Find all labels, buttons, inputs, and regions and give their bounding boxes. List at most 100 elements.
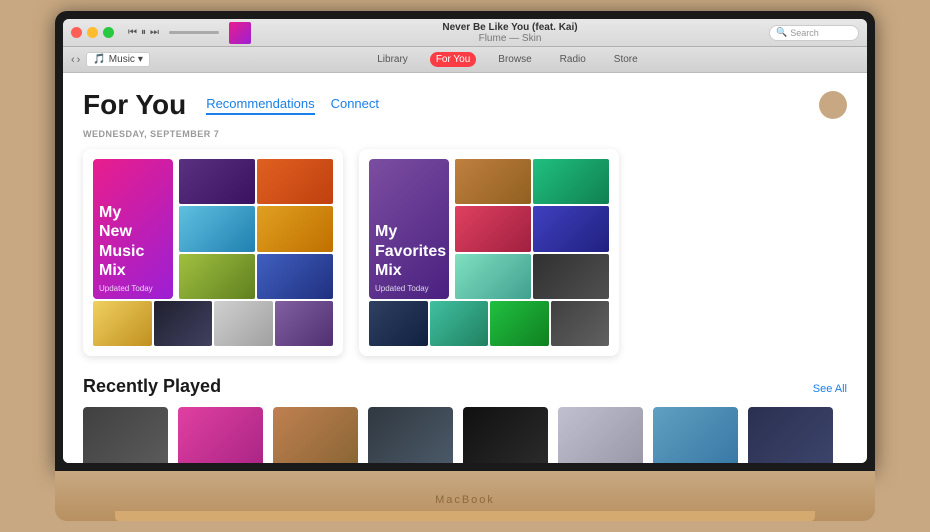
- macbook-label: MacBook: [435, 494, 495, 506]
- fav-art-6: [533, 254, 609, 299]
- fast-forward-button[interactable]: ⏭: [150, 27, 159, 38]
- mix-art-b2: [154, 301, 213, 346]
- nav-arrows: ‹ ›: [71, 54, 80, 66]
- favorites-bottom-row: [369, 301, 609, 346]
- album-item-6[interactable]: New Kingdom GIVERS: [653, 407, 738, 463]
- window-controls: [71, 27, 114, 38]
- chevron-down-icon: ▾: [138, 54, 143, 65]
- fav-art-2: [533, 159, 609, 204]
- album-item-7[interactable]: Thick as Thieves The Temper Trap: [748, 407, 833, 463]
- album-cover-5: [558, 407, 643, 463]
- see-all-button[interactable]: See All: [813, 383, 847, 395]
- tab-store[interactable]: Store: [608, 52, 644, 67]
- mix-art-5: [179, 254, 255, 299]
- music-icon: 🎵: [93, 54, 105, 65]
- sub-tab-connect[interactable]: Connect: [331, 96, 379, 115]
- fav-art-1: [455, 159, 531, 204]
- current-track-art: [229, 22, 251, 44]
- avatar[interactable]: [819, 91, 847, 119]
- album-item-5[interactable]: Nothing's Real Shura: [558, 407, 643, 463]
- mix-art-6: [257, 254, 333, 299]
- favorites-mix-header: MyFavoritesMix Updated Today: [369, 159, 609, 299]
- album-cover-1: [178, 407, 263, 463]
- volume-slider[interactable]: [169, 31, 219, 34]
- new-music-mix-header: MyNew MusicMix Updated Today: [93, 159, 333, 299]
- recently-played-title: Recently Played: [83, 376, 221, 397]
- rewind-button[interactable]: ⏮: [128, 27, 137, 38]
- mix-art-b3: [214, 301, 273, 346]
- track-title: Never Be Like You (feat. Kai): [257, 22, 763, 33]
- fav-art-5: [455, 254, 531, 299]
- date-label: WEDNESDAY, SEPTEMBER 7: [83, 129, 847, 139]
- titlebar-track-info: Never Be Like You (feat. Kai) Flume — Sk…: [257, 22, 763, 44]
- tab-for-you[interactable]: For You: [430, 52, 476, 67]
- recently-played-header: Recently Played See All: [83, 376, 847, 397]
- tab-radio[interactable]: Radio: [554, 52, 592, 67]
- page-title: For You: [83, 89, 186, 121]
- fullscreen-button[interactable]: [103, 27, 114, 38]
- search-icon: 🔍: [776, 27, 787, 38]
- album-item-0[interactable]: Generation De Lux: [83, 407, 168, 463]
- album-cover-6: [653, 407, 738, 463]
- fav-art-b2: [430, 301, 489, 346]
- album-item-1[interactable]: Mirage - EP Else: [178, 407, 263, 463]
- toolbar: ‹ › 🎵 Music ▾ Library For You Browse Rad…: [63, 47, 867, 73]
- fav-art-b1: [369, 301, 428, 346]
- mix-art-b1: [93, 301, 152, 346]
- new-music-mix-title: MyNew MusicMix: [99, 203, 167, 280]
- screen-bezel: ⏮ ⏸ ⏭ Never Be Like You (feat. Kai) Flum…: [55, 11, 875, 471]
- album-cover-3: [368, 407, 453, 463]
- album-cover-7: [748, 407, 833, 463]
- recently-played-row: Generation De Lux Mirage - EP Else Ology…: [83, 407, 847, 463]
- new-music-mix-main-art: MyNew MusicMix Updated Today: [93, 159, 173, 299]
- album-cover-0: [83, 407, 168, 463]
- tab-library[interactable]: Library: [371, 52, 414, 67]
- tab-browse[interactable]: Browse: [492, 52, 537, 67]
- screen-inner: ⏮ ⏸ ⏭ Never Be Like You (feat. Kai) Flum…: [63, 19, 867, 463]
- favorites-mix-card[interactable]: MyFavoritesMix Updated Today: [359, 149, 619, 356]
- forward-button[interactable]: ›: [77, 54, 81, 66]
- fav-art-3: [455, 206, 531, 251]
- close-button[interactable]: [71, 27, 82, 38]
- album-cover-2: [273, 407, 358, 463]
- search-placeholder: Search: [790, 28, 819, 38]
- mix-art-3: [179, 206, 255, 251]
- mix-art-4: [257, 206, 333, 251]
- mix-art-1: [179, 159, 255, 204]
- sub-tab-recommendations[interactable]: Recommendations: [206, 96, 314, 115]
- album-item-3[interactable]: The Soft Bounce Beyond The Wizards Sleev…: [368, 407, 453, 463]
- sub-tabs: Recommendations Connect: [206, 96, 379, 115]
- back-button[interactable]: ‹: [71, 54, 75, 66]
- mix-art-2: [257, 159, 333, 204]
- favorites-updated: Updated Today: [375, 284, 443, 293]
- favorites-mix-main-art: MyFavoritesMix Updated Today: [369, 159, 449, 299]
- favorites-side-grid: [455, 159, 609, 299]
- page-header: For You Recommendations Connect: [83, 89, 847, 121]
- fav-art-b4: [551, 301, 610, 346]
- fav-art-4: [533, 206, 609, 251]
- track-artist: Flume — Skin: [257, 33, 763, 44]
- content-area: For You Recommendations Connect WEDNESDA…: [63, 73, 867, 463]
- macbook-wrapper: ⏮ ⏸ ⏭ Never Be Like You (feat. Kai) Flum…: [55, 11, 875, 521]
- play-pause-button[interactable]: ⏸: [141, 27, 146, 38]
- mix-art-b4: [275, 301, 334, 346]
- favorites-mix-title: MyFavoritesMix: [375, 222, 443, 280]
- search-box[interactable]: 🔍 Search: [769, 25, 859, 41]
- mix-cards-row: MyNew MusicMix Updated Today: [83, 149, 847, 356]
- macbook-chin: [115, 511, 815, 521]
- transport-controls: ⏮ ⏸ ⏭: [128, 27, 159, 38]
- breadcrumb[interactable]: 🎵 Music ▾: [86, 52, 150, 67]
- album-item-4[interactable]: Ride into the Unknown Bedouin: [463, 407, 548, 463]
- album-cover-4: [463, 407, 548, 463]
- fav-art-b3: [490, 301, 549, 346]
- album-item-2[interactable]: Ology Gallant: [273, 407, 358, 463]
- macbook-bottom-bar: MacBook: [55, 471, 875, 521]
- new-music-updated: Updated Today: [99, 284, 167, 293]
- nav-tabs: Library For You Browse Radio Store: [156, 52, 859, 67]
- new-music-bottom-row: [93, 301, 333, 346]
- minimize-button[interactable]: [87, 27, 98, 38]
- new-music-mix-card[interactable]: MyNew MusicMix Updated Today: [83, 149, 343, 356]
- breadcrumb-label: Music: [109, 54, 135, 65]
- titlebar: ⏮ ⏸ ⏭ Never Be Like You (feat. Kai) Flum…: [63, 19, 867, 47]
- titlebar-right: 🔍 Search: [769, 25, 859, 41]
